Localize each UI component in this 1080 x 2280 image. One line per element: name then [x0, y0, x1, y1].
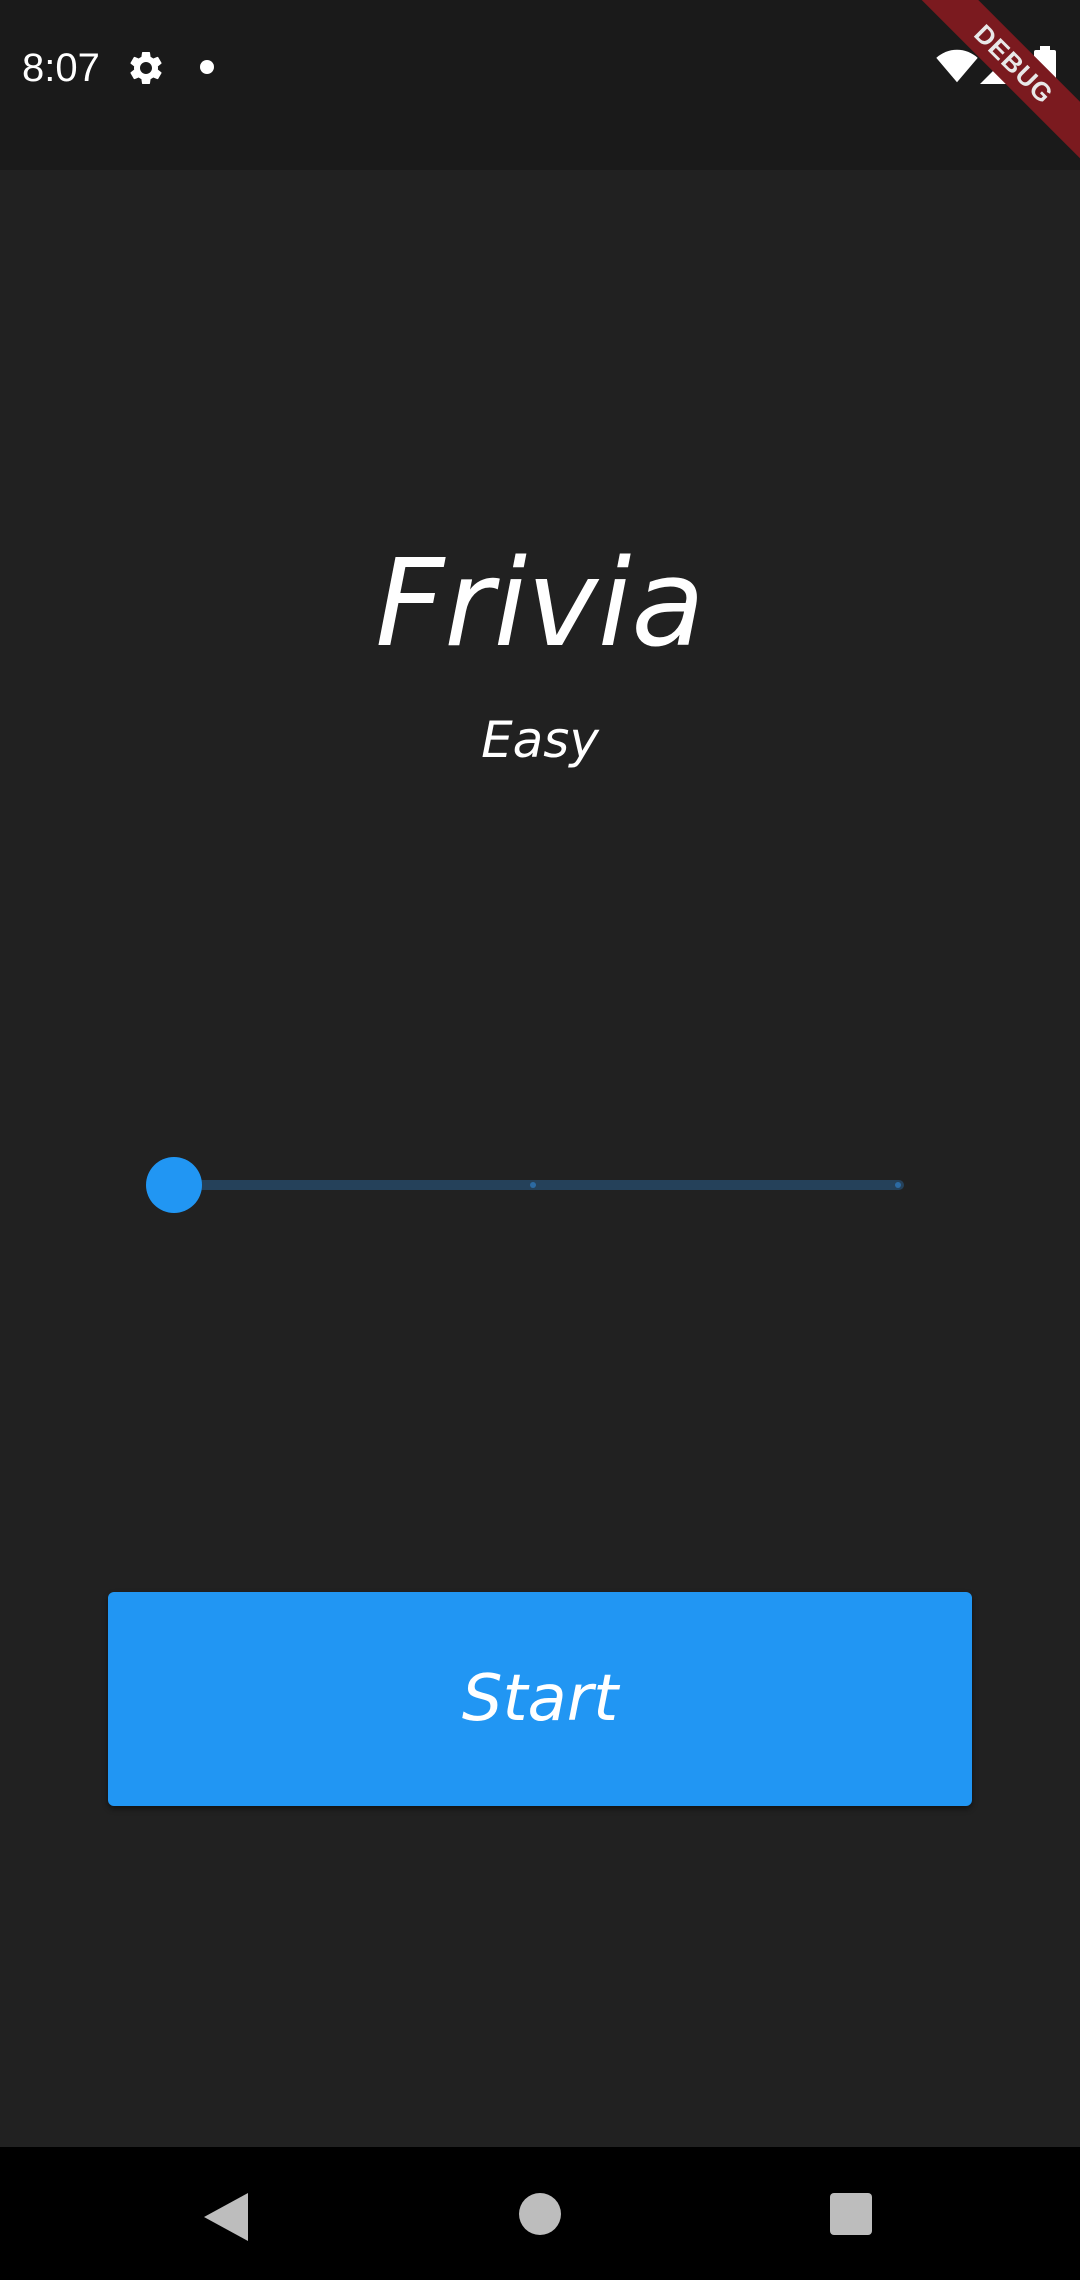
slider-tick — [530, 1182, 536, 1188]
navigation-bar — [0, 2147, 1080, 2280]
app-title: Frivia — [375, 535, 705, 674]
gear-icon — [130, 51, 162, 84]
back-icon[interactable] — [204, 2193, 248, 2241]
home-icon[interactable] — [519, 2193, 561, 2235]
recents-icon[interactable] — [830, 2193, 872, 2235]
screen: 8:07 DEBUG Frivia Easy Start — [0, 0, 1080, 2280]
status-bar: 8:07 DEBUG — [0, 0, 1080, 170]
debug-banner: DEBUG — [920, 0, 1080, 160]
difficulty-label: Easy — [481, 711, 599, 769]
difficulty-slider[interactable] — [146, 1156, 906, 1213]
slider-thumb[interactable] — [146, 1157, 202, 1213]
slider-track[interactable] — [174, 1180, 904, 1190]
status-time: 8:07 — [22, 46, 100, 90]
debug-banner-label: DEBUG — [920, 0, 1080, 160]
slider-tick — [895, 1182, 901, 1188]
start-button[interactable]: Start — [108, 1592, 972, 1806]
notification-dot-icon — [200, 60, 214, 74]
